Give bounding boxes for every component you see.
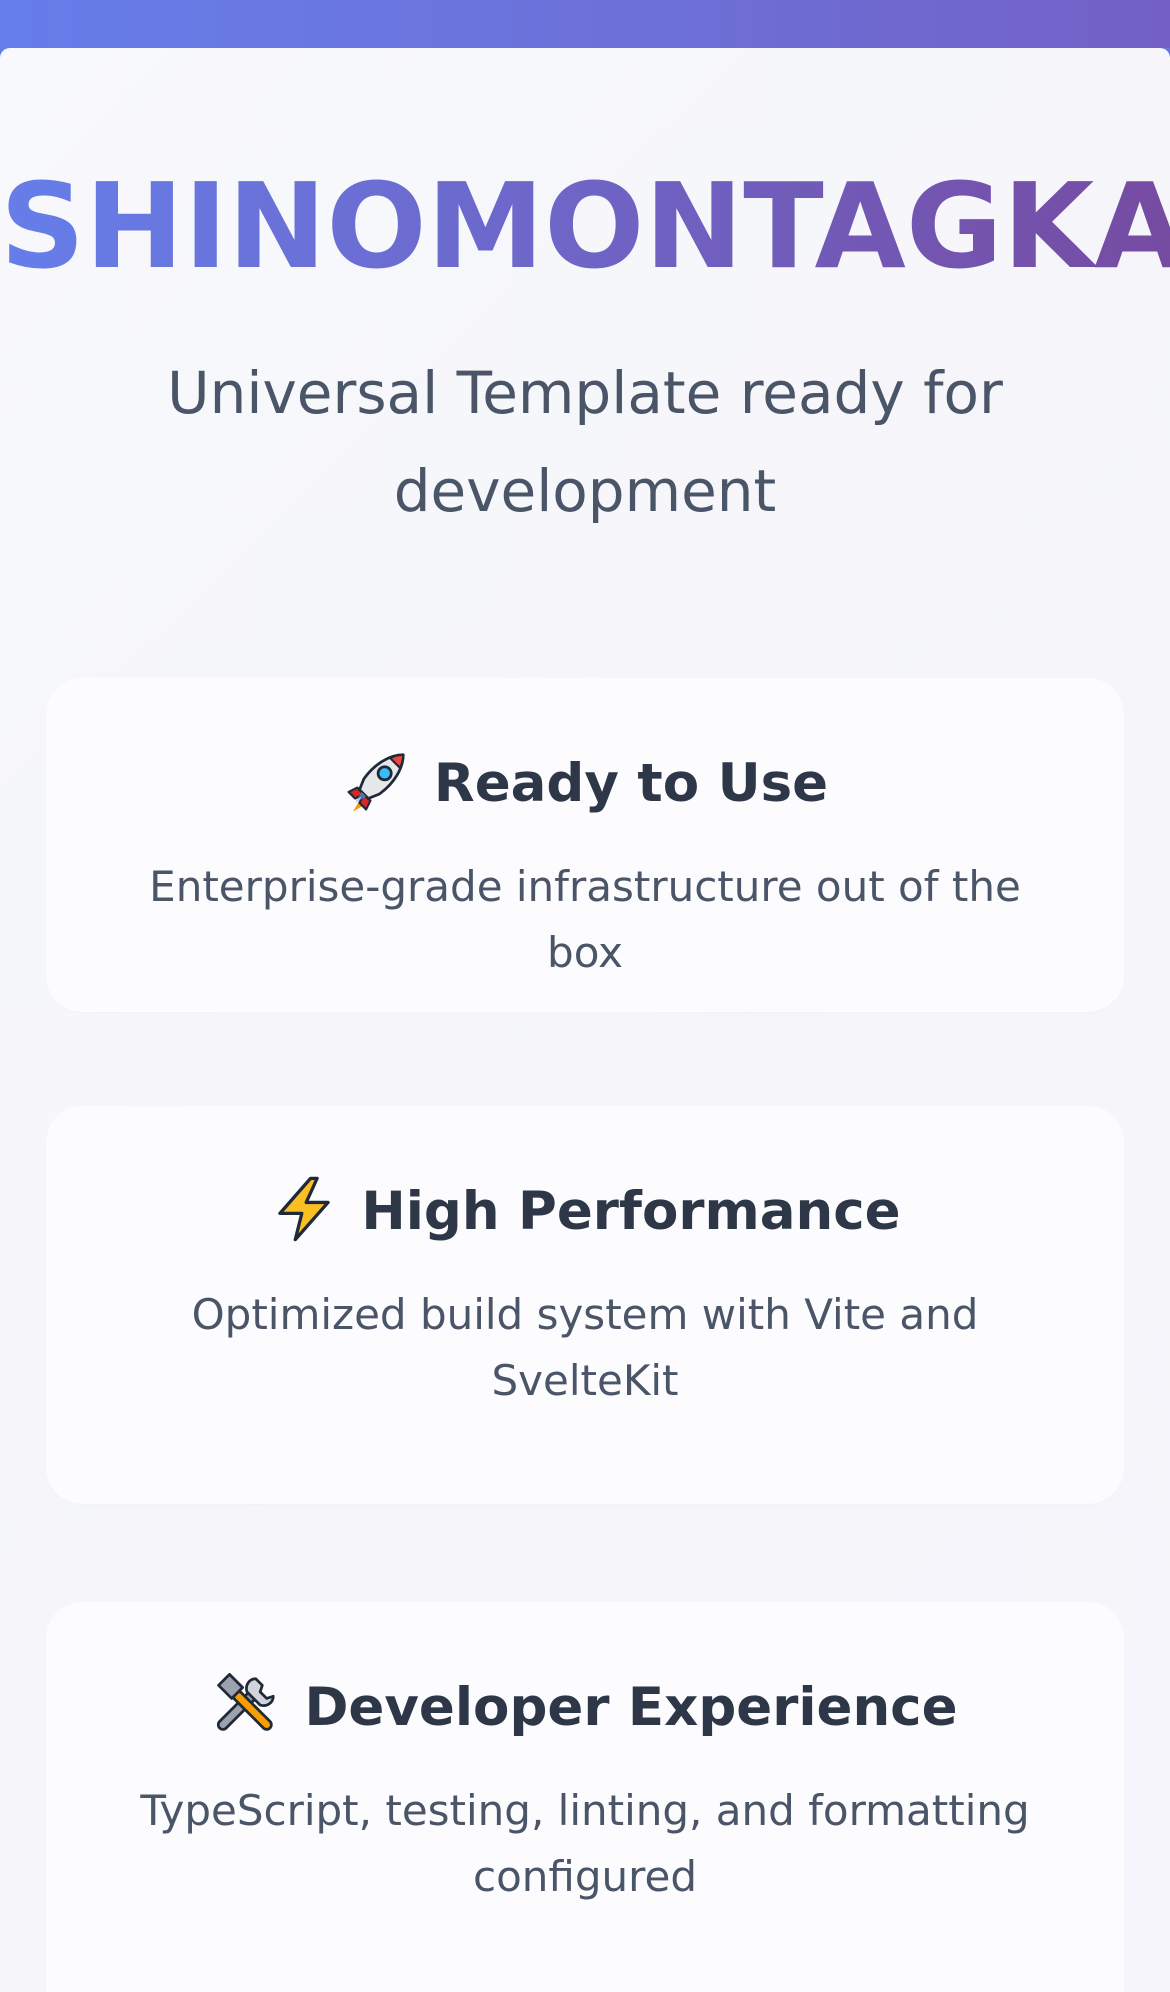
- feature-heading: Developer Experience: [46, 1662, 1124, 1754]
- feature-title: Ready to Use: [433, 753, 829, 814]
- feature-card-developer-experience: Developer Experience TypeScript, testing…: [46, 1602, 1124, 1992]
- feature-description: Enterprise-grade infrastructure out of t…: [149, 862, 1021, 977]
- page-title: SHINOMONTAGKA: [0, 157, 1170, 295]
- feature-card-high-performance: High Performance Optimized build system …: [46, 1106, 1124, 1504]
- feature-heading: High Performance: [46, 1166, 1124, 1258]
- lightning-icon: [269, 1174, 339, 1244]
- tools-icon: [212, 1670, 282, 1740]
- feature-card-ready-to-use: Ready to Use Enterprise-grade infrastruc…: [46, 678, 1124, 1012]
- rocket-icon: [342, 746, 412, 816]
- feature-title: Developer Experience: [304, 1677, 958, 1738]
- top-gradient-bar: [0, 0, 1170, 48]
- feature-description: TypeScript, testing, linting, and format…: [140, 1786, 1030, 1901]
- main-content: SHINOMONTAGKA Universal Template ready f…: [0, 48, 1170, 1992]
- feature-heading: Ready to Use: [46, 738, 1124, 830]
- page-subtitle: Universal Template ready for development: [167, 359, 1003, 525]
- feature-title: High Performance: [361, 1181, 901, 1242]
- feature-description: Optimized build system with Vite and Sve…: [191, 1290, 979, 1405]
